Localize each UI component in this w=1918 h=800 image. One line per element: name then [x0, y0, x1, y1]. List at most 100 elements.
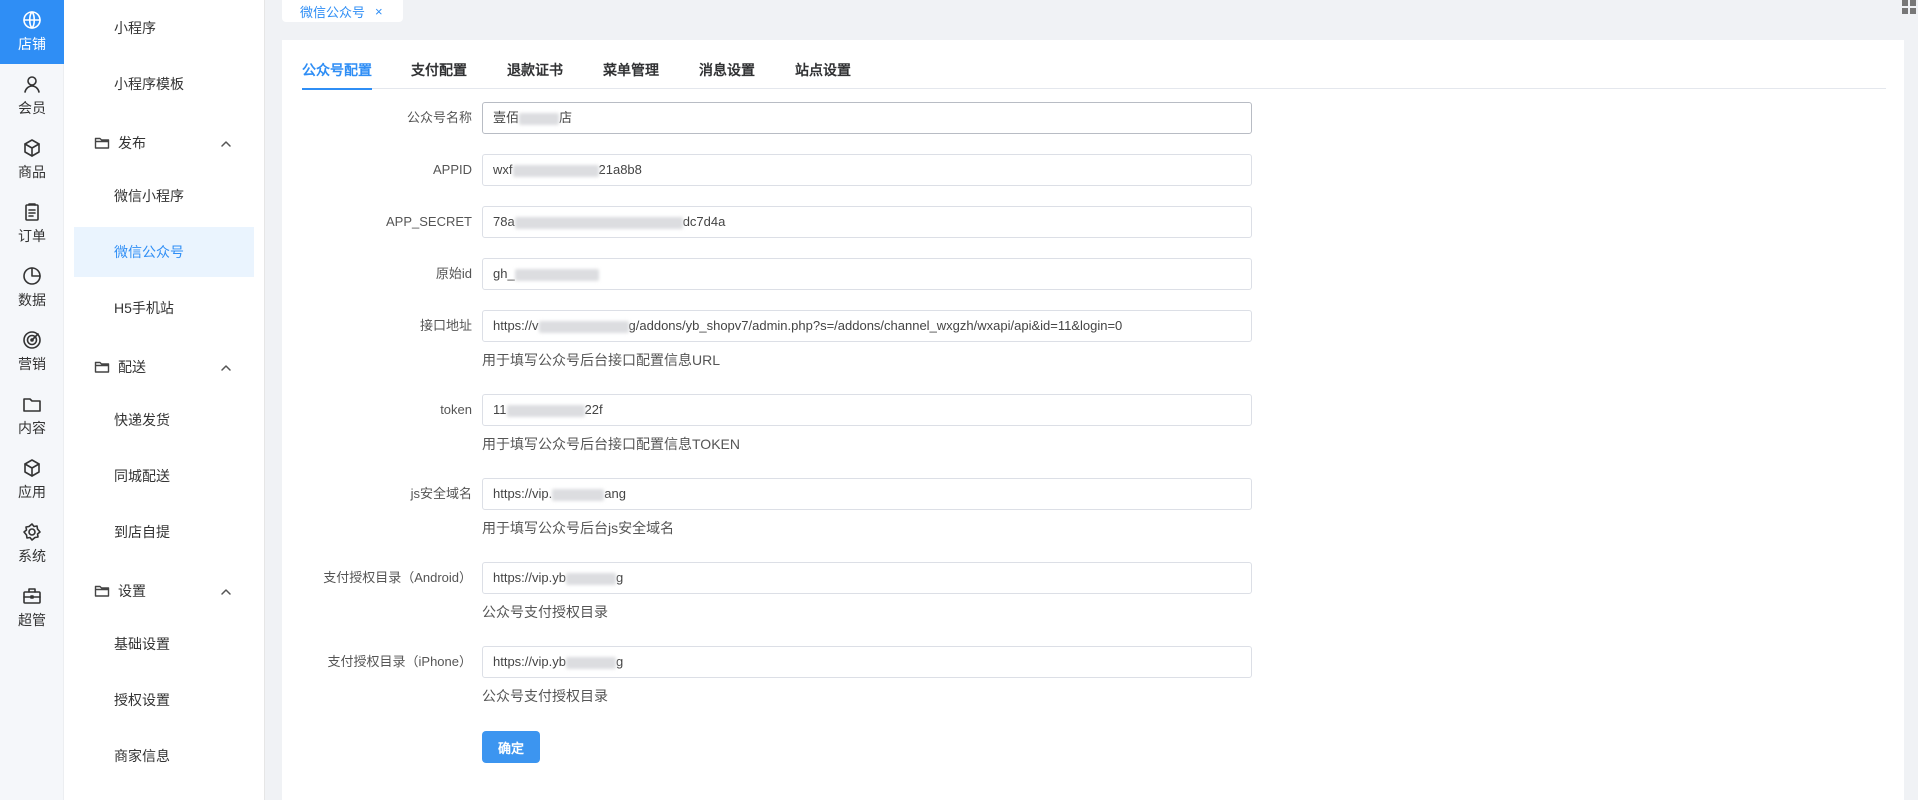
tab-message-settings[interactable]: 消息设置	[699, 60, 755, 89]
subnav-item-local-delivery[interactable]: 同城配送	[74, 451, 254, 501]
subnav-item-mini-program-template[interactable]: 小程序模板	[74, 59, 254, 109]
subnav-item-label: 微信公众号	[114, 244, 184, 260]
rail-label: 内容	[18, 420, 46, 436]
rail-item-content[interactable]: 内容	[0, 384, 64, 448]
content-icon	[22, 394, 42, 414]
value-visible: dc7d4a	[682, 214, 726, 229]
rail-item-store[interactable]: 店铺	[0, 0, 64, 64]
subnav-item-label: 同城配送	[114, 468, 170, 484]
value-visible: https://v	[493, 318, 539, 333]
rail-label: 应用	[18, 484, 46, 500]
appid-input[interactable]: wxf 21a8b8	[482, 154, 1252, 186]
subnav-item-wechat-mini-program[interactable]: 微信小程序	[74, 171, 254, 221]
pay-dir-android-input[interactable]: https://vip.yb g	[482, 562, 1252, 594]
value-visible: g	[615, 570, 624, 585]
subnav-item-h5-site[interactable]: H5手机站	[74, 283, 254, 333]
main-content: 公众号配置 支付配置 退款证书 菜单管理 消息设置 站点设置 公众号名称 壹佰 店…	[282, 40, 1904, 800]
value-visible: https://vip.	[493, 486, 553, 501]
subnav-group-title: 发布	[118, 135, 146, 151]
tab-refund-certificate[interactable]: 退款证书	[507, 60, 563, 89]
subnav-item-label: 小程序模板	[114, 76, 184, 92]
subnav-group-title: 配送	[118, 359, 146, 375]
rail-item-data[interactable]: 数据	[0, 256, 64, 320]
account-name-input[interactable]: 壹佰 店	[482, 102, 1252, 134]
rail-label: 超管	[18, 612, 46, 628]
value-visible: ang	[604, 486, 626, 501]
page-tab-label: 微信公众号	[300, 4, 366, 20]
subnav-item-express[interactable]: 快递发货	[74, 395, 254, 445]
redacted-mask	[565, 572, 616, 585]
store-icon	[22, 10, 42, 30]
subnav-item-merchant-info[interactable]: 商家信息	[74, 731, 254, 781]
redacted-mask	[565, 656, 616, 669]
field-label: token	[440, 402, 472, 417]
chevron-up-icon	[220, 585, 232, 597]
form-row-js-domain: js安全域名 https://vip. ang	[282, 478, 1282, 510]
value-visible: 78a	[493, 214, 515, 229]
value-visible: g	[615, 654, 624, 669]
rail-item-member[interactable]: 会员	[0, 64, 64, 128]
redacted-mask	[514, 216, 683, 229]
subnav-item-wechat-official-account[interactable]: 微信公众号	[74, 227, 254, 277]
sub-sidebar: 小程序 小程序模板 发布 微信小程序 微信公众号 H5手机站 配送 快递发货 同…	[64, 0, 265, 800]
original-id-input[interactable]: gh_	[482, 258, 1252, 290]
form-row-pay-dir-android: 支付授权目录（Android） https://vip.yb g	[282, 562, 1282, 594]
rail-item-order[interactable]: 订单	[0, 192, 64, 256]
value-visible: gh_	[493, 266, 515, 281]
value-visible: https://vip.yb	[493, 570, 566, 585]
rail-label: 商品	[18, 164, 46, 180]
value-visible: wxf	[493, 162, 513, 177]
confirm-button[interactable]: 确定	[482, 731, 540, 763]
rail-item-goods[interactable]: 商品	[0, 128, 64, 192]
rail-item-marketing[interactable]: 营销	[0, 320, 64, 384]
tab-label: 站点设置	[795, 62, 851, 78]
tab-payment-config[interactable]: 支付配置	[411, 60, 467, 89]
form-row-api-url: 接口地址 https://v g/addons/yb_shopv7/admin.p…	[282, 310, 1282, 342]
rail-item-admin[interactable]: 超管	[0, 576, 64, 640]
token-input[interactable]: 11 22f	[482, 394, 1252, 426]
subnav-group-settings[interactable]: 设置	[74, 569, 254, 613]
subnav-group-publish[interactable]: 发布	[74, 121, 254, 165]
data-icon	[22, 266, 42, 286]
subnav-item-basic-settings[interactable]: 基础设置	[74, 619, 254, 669]
redacted-mask	[514, 268, 599, 281]
tab-label: 消息设置	[699, 62, 755, 78]
api-url-input[interactable]: https://v g/addons/yb_shopv7/admin.php?s=…	[482, 310, 1252, 342]
subnav-item-label: 授权设置	[114, 692, 170, 708]
rail-label: 店铺	[18, 36, 46, 52]
form-row-account-name: 公众号名称 壹佰 店	[282, 102, 1282, 134]
field-label: APP_SECRET	[386, 214, 472, 229]
rail-item-app[interactable]: 应用	[0, 448, 64, 512]
subnav-item-label: H5手机站	[114, 300, 174, 316]
folder-icon	[94, 359, 110, 375]
subnav-group-delivery[interactable]: 配送	[74, 345, 254, 389]
close-icon[interactable]: ×	[375, 4, 383, 19]
js-domain-input[interactable]: https://vip. ang	[482, 478, 1252, 510]
app-secret-input[interactable]: 78a dc7d4a	[482, 206, 1252, 238]
rail-item-system[interactable]: 系统	[0, 512, 64, 576]
tab-menu-management[interactable]: 菜单管理	[603, 60, 659, 89]
pay-dir-iphone-input[interactable]: https://vip.yb g	[482, 646, 1252, 678]
value-visible: 22f	[584, 402, 603, 417]
field-label: 公众号名称	[406, 110, 472, 125]
page-tab-wechat-official-account[interactable]: 微信公众号 ×	[282, 0, 403, 22]
subnav-item-self-pickup[interactable]: 到店自提	[74, 507, 254, 557]
tab-label: 退款证书	[507, 62, 563, 78]
marketing-icon	[22, 330, 42, 350]
member-icon	[22, 74, 42, 94]
rail-label: 会员	[18, 100, 46, 116]
value-visible: 11	[493, 402, 507, 417]
tab-site-settings[interactable]: 站点设置	[795, 60, 851, 89]
subnav-item-mini-program[interactable]: 小程序	[74, 3, 254, 53]
subnav-item-label: 基础设置	[114, 636, 170, 652]
tab-official-account-config[interactable]: 公众号配置	[302, 60, 372, 90]
rail-label: 营销	[18, 356, 46, 372]
tab-label: 菜单管理	[603, 62, 659, 78]
field-label: 支付授权目录（iPhone）	[327, 654, 472, 669]
grid-menu-icon[interactable]	[1902, 0, 1916, 14]
subnav-item-auth-settings[interactable]: 授权设置	[74, 675, 254, 725]
value-visible: 壹佰	[493, 110, 520, 125]
redacted-mask	[506, 404, 585, 417]
form-row-token: token 11 22f	[282, 394, 1282, 426]
subnav-item-label: 快递发货	[114, 412, 170, 428]
